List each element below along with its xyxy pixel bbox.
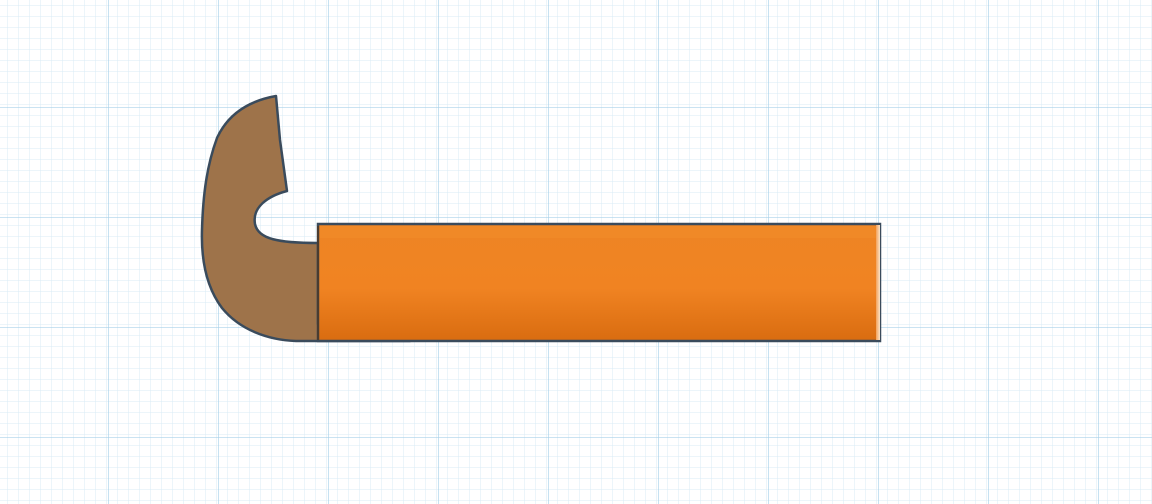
workplane-viewport[interactable] [0, 0, 1152, 504]
3d-scene[interactable] [0, 0, 1152, 504]
cylinder-end-cap [876, 225, 880, 340]
cylinder-object[interactable] [316, 222, 882, 343]
cylinder-top-highlight [320, 226, 878, 238]
cylinder-body[interactable] [316, 222, 882, 343]
